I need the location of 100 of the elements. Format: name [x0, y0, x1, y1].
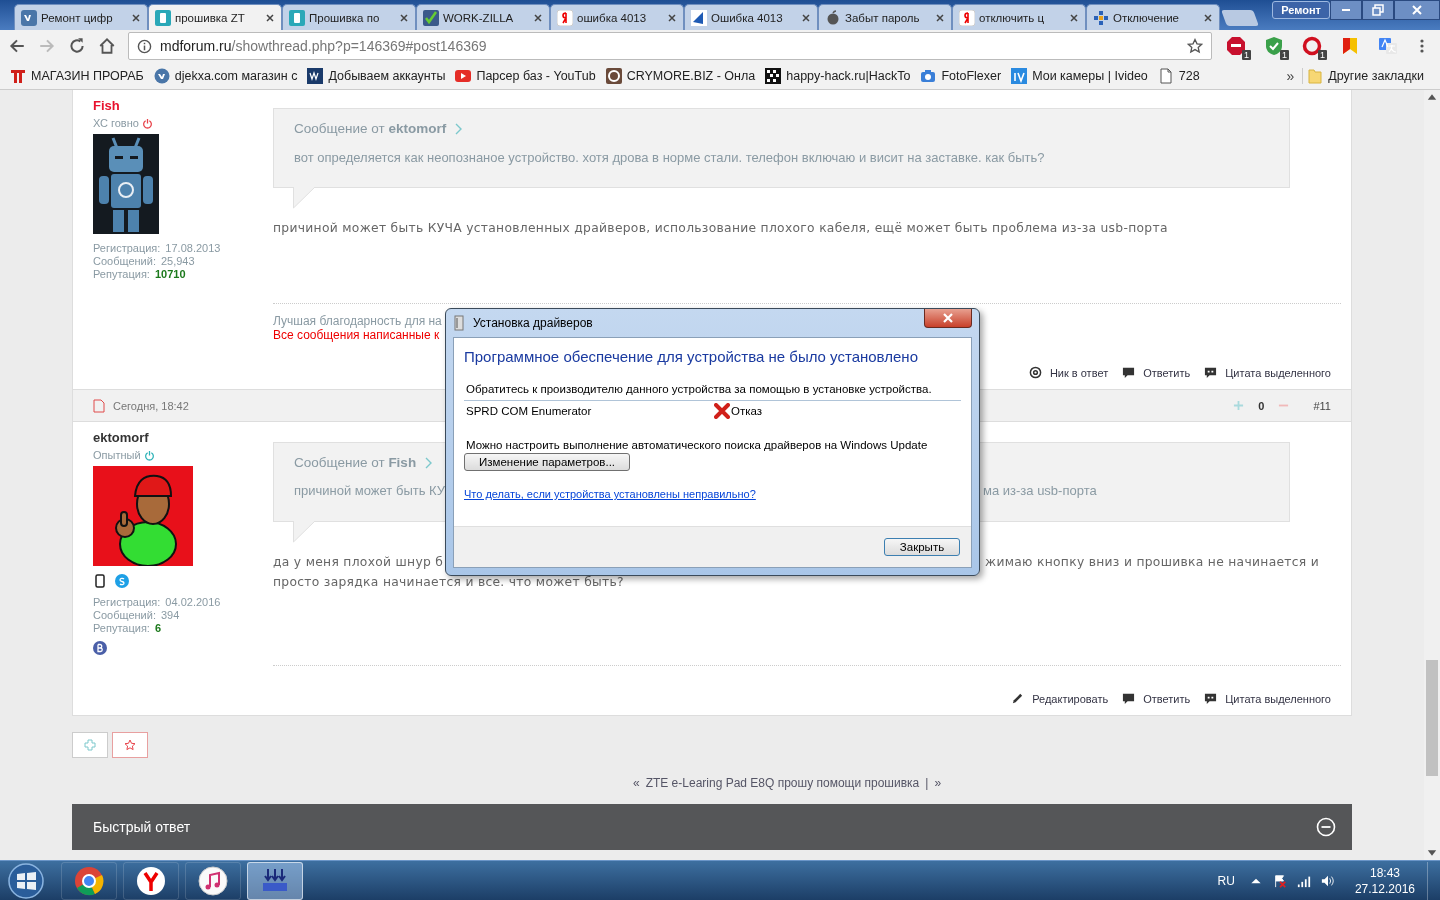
language-indicator[interactable]: RU: [1217, 873, 1235, 888]
taskbar-app[interactable]: [123, 861, 179, 900]
back-icon[interactable]: [8, 37, 26, 55]
stat-label: Сообщений:: [93, 609, 156, 622]
pencil-icon: [1011, 692, 1025, 705]
close-icon[interactable]: [131, 12, 141, 23]
dialog-close-button[interactable]: Закрыть: [884, 538, 960, 556]
start-button[interactable]: [6, 860, 46, 900]
favorite-button[interactable]: [112, 732, 148, 758]
taskbar-app[interactable]: [185, 861, 241, 900]
note-text: Можно настроить выполнение автоматического поиска драйверов на Windows Update: [465, 439, 928, 451]
minimize-button[interactable]: [1330, 0, 1362, 20]
clock[interactable]: 18:43 27.12.2016: [1354, 864, 1415, 897]
browser-tab[interactable]: Ремонт цифр: [14, 4, 148, 30]
count-badge: 1: [1318, 50, 1327, 60]
site-icon: [691, 9, 707, 26]
browser-tab[interactable]: Забыт пароль: [818, 4, 952, 30]
thread-title: ZTE e-Learing Pad E8Q прошу помощи прошивка: [645, 776, 920, 790]
speech-bubble-icon: [1122, 366, 1136, 379]
social-icon[interactable]: [93, 641, 107, 655]
post-action-link[interactable]: Редактировать: [1011, 692, 1109, 705]
next-thread-link[interactable]: »: [934, 776, 942, 790]
close-icon[interactable]: [1069, 12, 1079, 23]
change-settings-button[interactable]: Изменение параметров...: [464, 453, 631, 471]
maximize-button[interactable]: [1362, 0, 1394, 20]
bookmark-link[interactable]: Парсер баз - YouTub: [455, 65, 602, 86]
browser-tab[interactable]: WORK-ZILLA: [416, 4, 550, 30]
stat-value: 10710: [154, 268, 186, 281]
close-icon[interactable]: [801, 12, 811, 23]
scrollbar[interactable]: [1424, 90, 1440, 860]
tab-title: Прошивка по: [309, 11, 381, 24]
site-icon: [307, 67, 324, 84]
profile-label[interactable]: Ремонт: [1272, 1, 1330, 19]
address-field[interactable]: mdforum.ru/showthread.php?p=146369#post146369: [128, 32, 1212, 60]
stat-label: Сообщений:: [93, 255, 156, 268]
translate-icon[interactable]: [1377, 35, 1399, 57]
reload-icon[interactable]: [68, 37, 86, 55]
other-bookmarks-folder[interactable]: Другие закладки: [1307, 65, 1430, 86]
close-icon[interactable]: [399, 12, 409, 23]
new-tab-button[interactable]: [1221, 10, 1259, 26]
info-icon[interactable]: [137, 38, 152, 54]
camera-icon: [920, 67, 937, 84]
volume-icon[interactable]: [1320, 873, 1335, 888]
flag-icon[interactable]: [1272, 873, 1287, 888]
post-action-link[interactable]: Ответить: [1122, 366, 1191, 379]
post-action-link[interactable]: Ник в ответ: [1028, 366, 1109, 379]
post-number[interactable]: #11: [1313, 399, 1331, 412]
speech-bubble-icon: [1122, 692, 1136, 705]
username[interactable]: Fish: [93, 98, 273, 113]
post-action-link[interactable]: Цитата выделенного: [1204, 692, 1331, 705]
username[interactable]: ektomorf: [93, 430, 273, 445]
bookmark-link[interactable]: CRYMORE.BIZ - Онла: [605, 65, 762, 86]
bookmark-link[interactable]: Мои камеры | Ivideo: [1011, 65, 1154, 86]
bookmark-link[interactable]: Добываем аккаунты: [307, 65, 452, 86]
close-button[interactable]: [924, 309, 972, 328]
dialog-title: Установка драйверов: [473, 316, 593, 330]
browser-tab[interactable]: отключить ц: [952, 4, 1086, 30]
star-icon[interactable]: [1187, 38, 1203, 54]
phone-icon[interactable]: [93, 574, 107, 588]
post-action-link[interactable]: Цитата выделенного: [1204, 366, 1331, 379]
bookmark-link[interactable]: 728: [1157, 65, 1206, 86]
post-text: просто зарядка начинается и все. что может быть?: [273, 575, 624, 589]
quote-icon: [1204, 692, 1218, 705]
user-title: Опытный: [93, 449, 141, 461]
close-icon[interactable]: [1203, 12, 1213, 23]
home-icon[interactable]: [98, 37, 116, 55]
skype-icon[interactable]: [115, 574, 129, 588]
play-icon: [455, 67, 472, 84]
close-icon[interactable]: [533, 12, 543, 23]
scrollbar-thumb[interactable]: [1426, 660, 1438, 776]
browser-tab[interactable]: Прошивка по: [282, 4, 416, 30]
post-action-link[interactable]: Ответить: [1122, 692, 1191, 705]
device-status: Отказ: [731, 405, 763, 417]
close-button[interactable]: [1394, 0, 1440, 20]
tab-title: Ремонт цифр: [41, 11, 114, 24]
taskbar-app[interactable]: [61, 861, 117, 900]
close-icon[interactable]: [265, 12, 275, 23]
vote-score: 0: [1258, 399, 1265, 412]
bookmark-link[interactable]: МАГАЗИН ПРОРАБ: [10, 65, 150, 86]
menu-icon[interactable]: [1420, 38, 1424, 54]
user-title: ХС говно: [93, 117, 139, 129]
browser-tab[interactable]: Отключение: [1086, 4, 1220, 30]
post-text: да у меня плохой шнур б: [273, 554, 444, 571]
bookmark-link[interactable]: djekxa.com магазин с: [153, 65, 304, 86]
help-link[interactable]: Что делать, если устройства установлены неправильно?: [464, 488, 756, 500]
tab-title: Ошибка 4013: [711, 11, 784, 24]
stat-value: 17.08.2013: [165, 242, 221, 255]
browser-tab[interactable]: прошивка ZT: [148, 4, 282, 30]
collapse-icon[interactable]: [1316, 817, 1336, 837]
bookmark-link[interactable]: happy-hack.ru|HackTo: [765, 65, 917, 86]
bookmark-link[interactable]: FotoFlexer: [920, 65, 1008, 86]
browser-tab[interactable]: Ошибка 4013: [684, 4, 818, 30]
more-bookmarks-button[interactable]: »: [1278, 67, 1304, 84]
close-icon[interactable]: [935, 12, 945, 23]
close-icon[interactable]: [667, 12, 677, 23]
previous-thread-link[interactable]: «: [632, 776, 640, 790]
browser-tab[interactable]: ошибка 4013: [550, 4, 684, 30]
stat-label: Регистрация:: [93, 596, 161, 609]
taskbar-app[interactable]: [247, 861, 303, 900]
signature-text: Лучшая благодарность для на: [273, 314, 442, 328]
